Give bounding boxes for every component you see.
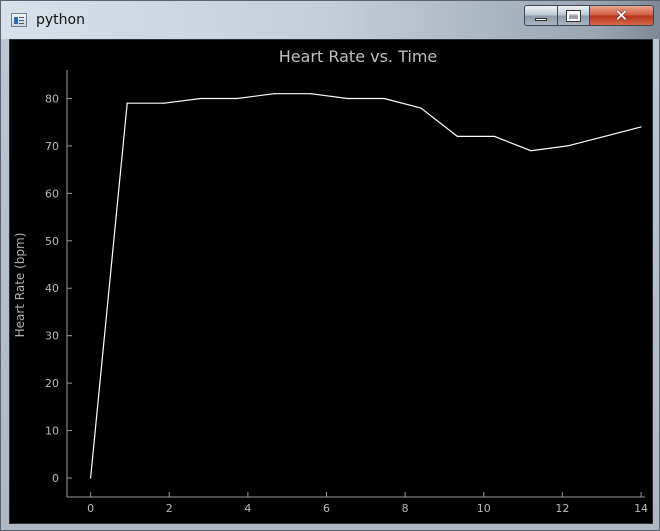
close-button[interactable]: ✕ [589, 5, 654, 26]
data-point [420, 107, 422, 109]
data-point [163, 102, 165, 104]
y-tick-label: 40 [45, 282, 59, 295]
data-point [566, 145, 569, 147]
data-point [530, 150, 532, 152]
y-tick-label: 70 [45, 140, 59, 153]
x-tick-label: 12 [555, 502, 569, 515]
heart-rate-chart: Heart Rate vs. Time Heart Rate (bpm) 0 10… [13, 47, 648, 515]
x-tick-label: 6 [323, 502, 330, 515]
y-axis-label: Heart Rate (bpm) [13, 233, 27, 338]
minimize-icon [535, 18, 547, 21]
data-point [640, 126, 642, 128]
axes: 0 10 20 30 40 50 60 70 80 0 2 4 6 8 10 12 14 [45, 70, 648, 515]
heart-rate-line [90, 93, 642, 479]
y-tick-label: 60 [45, 187, 59, 200]
data-point [126, 102, 128, 104]
chart-title: Heart Rate vs. Time [279, 47, 438, 66]
python-app-icon[interactable] [11, 13, 27, 27]
data-point [456, 135, 459, 138]
data-point [236, 97, 238, 100]
data-point [310, 93, 312, 95]
data-point [89, 477, 92, 479]
title-bar[interactable]: python ✕ [1, 1, 660, 39]
data-point [383, 97, 385, 100]
data-point [603, 135, 606, 138]
series-layer [89, 93, 642, 479]
y-tick-label: 80 [45, 92, 59, 105]
plot-canvas[interactable]: Heart Rate vs. Time Heart Rate (bpm) 0 10… [9, 39, 653, 524]
y-tick-label: 20 [45, 377, 59, 390]
y-tick-label: 10 [45, 425, 59, 438]
maximize-button[interactable] [557, 5, 590, 26]
maximize-icon [566, 9, 581, 22]
data-point [493, 135, 496, 138]
minimize-button[interactable] [524, 5, 558, 26]
data-point [200, 97, 202, 100]
data-point [273, 93, 275, 95]
data-point [346, 97, 348, 100]
x-tick-label: 4 [244, 502, 251, 515]
app-window: python ✕ Heart Rate vs. Time Heart Rate … [0, 0, 660, 531]
x-tick-label: 0 [87, 502, 94, 515]
y-tick-label: 30 [45, 330, 59, 343]
x-tick-label: 8 [402, 502, 409, 515]
x-tick-label: 2 [166, 502, 173, 515]
x-tick-label: 10 [477, 502, 491, 515]
x-tick-label: 14 [634, 502, 648, 515]
y-tick-label: 0 [52, 472, 59, 485]
close-icon: ✕ [614, 5, 629, 25]
window-title: python [36, 12, 85, 28]
y-tick-label: 50 [45, 235, 59, 248]
